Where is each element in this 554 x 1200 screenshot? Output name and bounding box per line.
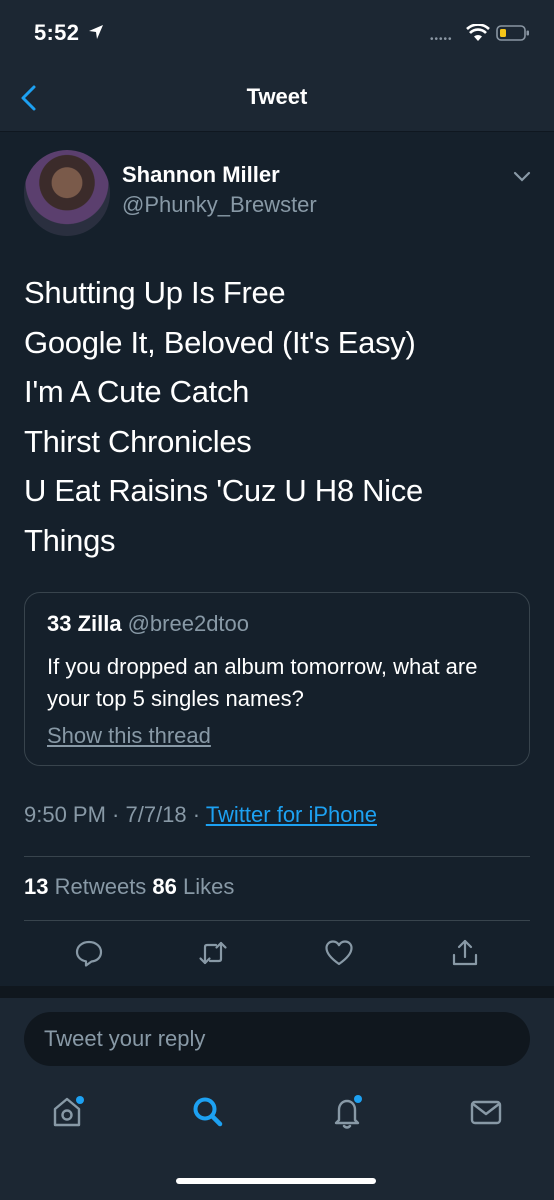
like-icon[interactable] <box>324 938 354 968</box>
status-time: 5:52 <box>34 20 80 45</box>
reply-input[interactable]: Tweet your reply <box>24 1012 530 1066</box>
separator <box>0 986 554 998</box>
tweet-timestamp: 9:50 PM · 7/7/18 · <box>24 802 206 827</box>
nav-header: Tweet <box>0 66 554 132</box>
quoted-tweet[interactable]: 33 Zilla @bree2dtoo If you dropped an alb… <box>24 592 530 766</box>
share-icon[interactable] <box>450 938 480 968</box>
home-icon[interactable] <box>50 1094 86 1130</box>
battery-icon <box>496 25 529 41</box>
likes-count[interactable]: 86 <box>152 874 176 899</box>
home-indicator[interactable] <box>176 1178 376 1184</box>
likes-label[interactable]: Likes <box>177 874 234 899</box>
divider <box>24 856 530 857</box>
quote-author-handle: @bree2dtoo <box>127 611 250 636</box>
status-bar: 5:52 ••••• <box>0 0 554 66</box>
chevron-down-icon[interactable] <box>512 170 532 184</box>
page-title: Tweet <box>246 84 308 109</box>
notifications-icon[interactable] <box>330 1094 366 1130</box>
quote-header: 33 Zilla @bree2dtoo <box>47 611 249 637</box>
tweet-stats: 13 Retweets 86 Likes <box>24 874 234 900</box>
messages-icon[interactable] <box>468 1094 504 1130</box>
divider <box>24 920 530 921</box>
author-name[interactable]: Shannon Miller <box>122 162 280 188</box>
reply-icon[interactable] <box>74 938 104 968</box>
wifi-icon <box>466 24 490 41</box>
search-icon[interactable] <box>190 1094 226 1130</box>
signal-dots: ••••• <box>430 34 453 45</box>
retweet-icon[interactable] <box>198 938 228 968</box>
location-arrow-icon <box>89 25 103 39</box>
author-handle[interactable]: @Phunky_Brewster <box>122 192 317 218</box>
avatar[interactable] <box>24 150 110 236</box>
retweets-count[interactable]: 13 <box>24 874 48 899</box>
tweet-meta: 9:50 PM · 7/7/18 · Twitter for iPhone <box>24 802 377 828</box>
show-thread-link[interactable]: Show this thread <box>47 723 211 749</box>
retweets-label[interactable]: Retweets <box>48 874 152 899</box>
quote-text: If you dropped an album tomorrow, what a… <box>47 654 478 711</box>
tweet-text: Shutting Up Is Free Google It, Beloved (… <box>24 275 423 558</box>
tweet-source-link[interactable]: Twitter for iPhone <box>206 802 377 827</box>
quote-author-name: 33 Zilla <box>47 611 122 636</box>
